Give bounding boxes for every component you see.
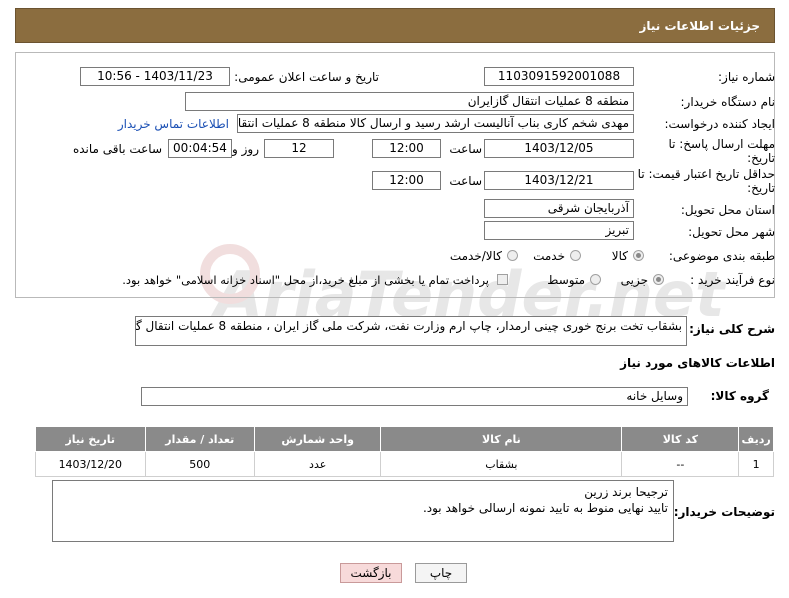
days-remaining-field: 12 xyxy=(264,139,334,158)
col-unit-header: واحد شمارش xyxy=(254,426,382,452)
cell-date: 1403/12/20 xyxy=(35,451,146,477)
back-button[interactable]: بازگشت xyxy=(340,563,402,583)
category-option-service: خدمت xyxy=(533,249,565,263)
goods-group-field: وسایل خانه xyxy=(141,387,688,406)
table-row: 1 -- بشقاب عدد 500 1403/12/20 xyxy=(35,451,774,477)
buyer-notes-label: توضیحات خریدار: xyxy=(673,505,775,519)
goods-group-label: گروه کالا: xyxy=(710,389,769,403)
process-option-minor: جزیی xyxy=(620,273,648,287)
cell-code: -- xyxy=(621,451,740,477)
process-radio-minor[interactable] xyxy=(653,274,664,285)
price-time-label: ساعت xyxy=(449,174,482,188)
payment-note: پرداخت تمام یا بخشی از مبلغ خرید،از محل … xyxy=(122,273,489,287)
buyer-org-field: منطقه 8 عملیات انتقال گازایران xyxy=(185,92,634,111)
days-label: روز و xyxy=(232,142,259,156)
col-code-header: کد کالا xyxy=(621,426,740,452)
need-number-label: شماره نیاز: xyxy=(718,70,775,84)
time-remaining-label: ساعت باقی مانده xyxy=(72,142,162,156)
creator-field: مهدی شخم کاری بناب آنالیست ارشد رسید و ا… xyxy=(237,114,634,133)
announce-field: 1403/11/23 - 10:56 xyxy=(80,67,230,86)
col-name-header: نام کالا xyxy=(380,426,623,452)
price-validity-label-date: تاریخ: xyxy=(747,181,775,195)
cell-unit: عدد xyxy=(254,451,382,477)
buyer-notes-line-2: تایید نهایی منوط به تایید نمونه ارسالی خ… xyxy=(422,501,668,515)
city-label: شهر محل تحویل: xyxy=(688,225,775,239)
items-table-header-row: ردیف کد کالا نام کالا واحد شمارش تعداد /… xyxy=(35,426,774,452)
need-number-field: 1103091592001088 xyxy=(484,67,634,86)
creator-label: ایجاد کننده درخواست: xyxy=(664,117,775,131)
price-time-field: 12:00 xyxy=(372,171,441,190)
description-label: شرح کلی نیاز: xyxy=(689,322,775,336)
print-button[interactable]: چاپ xyxy=(415,563,467,583)
items-table: ردیف کد کالا نام کالا واحد شمارش تعداد /… xyxy=(35,426,774,477)
price-date-field: 1403/12/21 xyxy=(484,171,634,190)
goods-section-title: اطلاعات کالاهای مورد نیاز xyxy=(620,356,775,370)
reply-time-field: 12:00 xyxy=(372,139,441,158)
process-option-medium: متوسط xyxy=(547,273,585,287)
reply-date-field: 1403/12/05 xyxy=(484,139,634,158)
time-remaining-field: 00:04:54 xyxy=(168,139,232,158)
page-header: جزئیات اطلاعات نیاز xyxy=(15,8,775,43)
category-radio-service[interactable] xyxy=(570,250,581,261)
col-row-header: ردیف xyxy=(738,426,774,452)
category-option-goods-service: کالا/خدمت xyxy=(449,249,502,263)
category-radio-goods-service[interactable] xyxy=(507,250,518,261)
announce-label: تاریخ و ساعت اعلان عمومی: xyxy=(234,70,379,84)
buyer-org-label: نام دستگاه خریدار: xyxy=(680,95,776,109)
reply-deadline-label-date: تاریخ: xyxy=(747,151,775,165)
process-radio-medium[interactable] xyxy=(590,274,601,285)
city-field: تبریز xyxy=(484,221,634,240)
process-label: نوع فرآیند خرید : xyxy=(690,273,775,287)
buyer-notes-field: ترجیحا برند زرین تایید نهایی منوط به تای… xyxy=(52,480,674,542)
cell-qty: 500 xyxy=(144,451,256,477)
category-option-goods: کالا xyxy=(611,249,628,263)
col-qty-header: تعداد / مقدار xyxy=(144,426,256,452)
province-label: استان محل تحویل: xyxy=(680,203,775,217)
payment-checkbox[interactable] xyxy=(497,274,508,285)
cell-row: 1 xyxy=(738,451,774,477)
contact-buyer-link[interactable]: اطلاعات تماس خریدار xyxy=(118,117,229,131)
col-date-header: تاریخ نیاز xyxy=(35,426,146,452)
category-radio-goods[interactable] xyxy=(633,250,644,261)
province-field: آذربایجان شرقی xyxy=(484,199,634,218)
category-label: طبقه بندی موضوعی: xyxy=(668,249,775,263)
price-validity-label: حداقل تاریخ اعتبار قیمت: تا xyxy=(637,167,775,181)
description-field: بشقاب تخت برنج خوری چینی ارمدار، چاپ ارم… xyxy=(135,316,687,346)
buyer-notes-line-1: ترجیحا برند زرین xyxy=(584,485,668,499)
cell-name: بشقاب xyxy=(380,451,623,477)
reply-deadline-label: مهلت ارسال پاسخ: تا xyxy=(668,137,775,151)
reply-time-label: ساعت xyxy=(449,142,482,156)
